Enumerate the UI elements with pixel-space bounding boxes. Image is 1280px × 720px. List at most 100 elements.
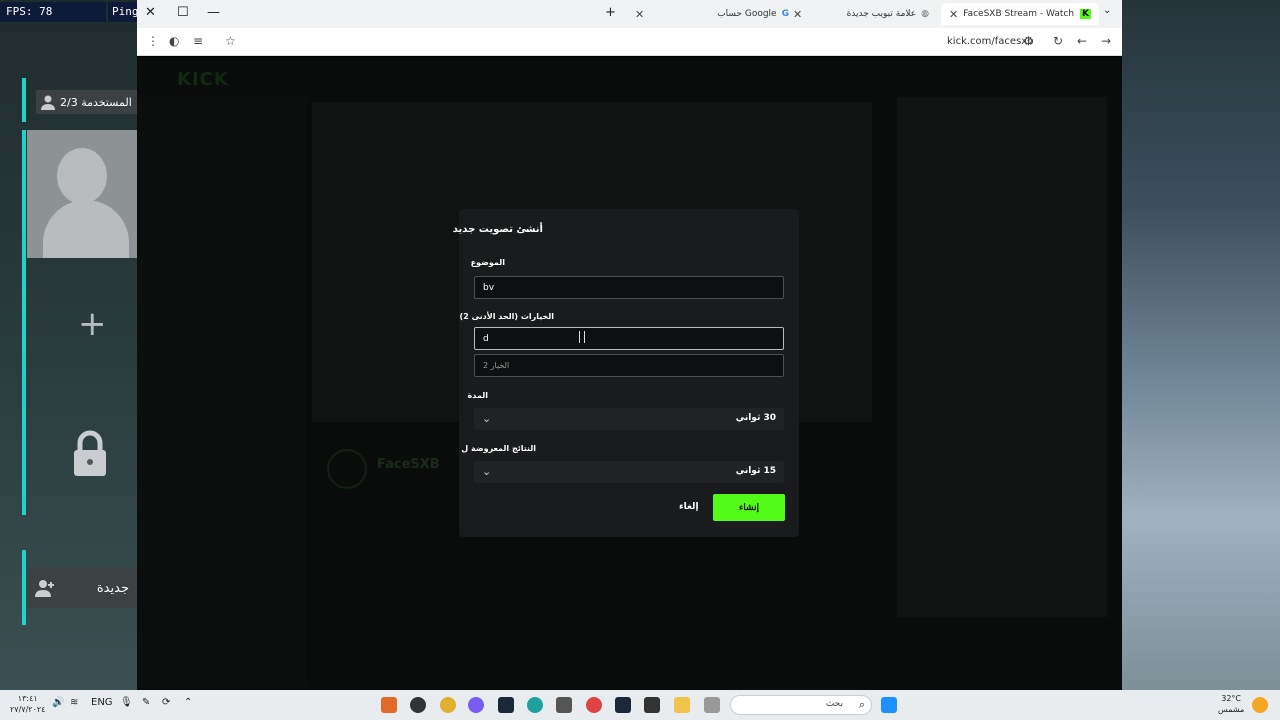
add-user-button[interactable]: جديدة (27, 568, 137, 608)
tab-new-tab[interactable]: ✕ علامة تبويب جديدة ◍ (785, 3, 937, 25)
results-duration-select[interactable]: ⌄ 15 ثواني (474, 461, 784, 483)
clock-time: ١٣:٤١ (17, 694, 38, 703)
chevron-down-icon: ⌄ (482, 412, 492, 425)
user-count-badge: 2/3 المستخدمة (36, 90, 137, 114)
chat-panel (897, 97, 1107, 617)
kick-favicon-icon: K (1080, 9, 1091, 19)
browser-window: ✕ ☐ — + ✕ حساب Google G ✕ علامة تبويب جد… (137, 0, 1122, 690)
weather-desc: مشمس (1218, 705, 1245, 714)
sync-icon[interactable]: ⟳ (162, 697, 170, 708)
create-poll-button[interactable]: إنشاء (713, 494, 785, 521)
microphone-icon[interactable]: 🎙 (120, 697, 133, 708)
dialog-title: أنشئ تصويت جديد (452, 224, 543, 235)
fps-counter: FPS: 78 (0, 2, 106, 22)
back-icon[interactable]: ← (1077, 34, 1087, 48)
url-field[interactable]: kick.com/facesxb (947, 36, 1034, 47)
close-tab-icon[interactable]: ✕ (793, 8, 802, 21)
clock[interactable]: ١٣:٤١ ٢٧/٧/٢٠٢٤ (10, 693, 45, 715)
add-user-label: جديدة (96, 580, 129, 596)
profile-icon[interactable]: ◐ (169, 34, 179, 48)
site-settings-icon[interactable]: ⚙ (1023, 34, 1034, 48)
sidebar (137, 97, 307, 687)
option-2-placeholder: الخيار 2 (483, 361, 510, 370)
tab-google-account[interactable]: ✕ حساب Google G (627, 3, 797, 25)
option-2-input[interactable] (474, 354, 784, 377)
sun-icon (1252, 697, 1268, 713)
edge-icon[interactable] (527, 697, 543, 713)
address-bar: ⋮ ◐ ≡ ☆ kick.com/facesxb ⚙ ↻ ← → (137, 28, 1122, 56)
clock-date: ٢٧/٧/٢٠٢٤ (10, 705, 46, 714)
option-1-input[interactable] (474, 327, 784, 350)
bookmark-star-icon[interactable]: ☆ (225, 34, 236, 48)
close-tab-icon[interactable]: ✕ (949, 8, 958, 21)
wifi-icon[interactable]: ≋ (70, 697, 78, 708)
task-view-icon[interactable] (704, 697, 720, 713)
cancel-button[interactable]: إلغاء (679, 502, 699, 512)
topic-input[interactable] (474, 276, 784, 299)
avatar-head-shape (57, 148, 107, 204)
chevron-down-icon: ⌄ (482, 465, 492, 478)
add-user-icon (35, 580, 54, 597)
reload-icon[interactable]: ↻ (1053, 34, 1063, 48)
ping-counter: Ping (108, 2, 138, 22)
overlay-accent-bar (22, 130, 26, 515)
language-indicator[interactable]: ENG (91, 697, 113, 708)
weather-temp: 32°C (1221, 694, 1241, 703)
text-cursor (579, 331, 585, 343)
new-tab-icon[interactable]: + (605, 5, 616, 20)
overlay-accent-bar (22, 550, 26, 625)
maximize-window-icon[interactable]: ☐ (177, 5, 189, 20)
create-poll-dialog: أنشئ تصويت جديد الموضوع الخيارات (الحد ا… (453, 209, 799, 537)
search-icon: ⌕ (858, 698, 865, 711)
weather-widget[interactable]: 32°C مشمس (1218, 693, 1244, 715)
media-controls-icon[interactable]: ≡ (193, 34, 203, 48)
volume-icon[interactable]: 🔊 (52, 697, 64, 708)
windows-start-icon[interactable] (881, 697, 897, 713)
options-label: الخيارات (الحد الأدنى 2) (459, 312, 554, 321)
tab-label: علامة تبويب جديدة (846, 9, 917, 19)
close-window-icon[interactable]: ✕ (145, 5, 156, 20)
avatar-body-shape (43, 200, 129, 258)
channel-name: FaceSXB (377, 457, 440, 472)
folder-icon[interactable] (674, 697, 690, 713)
chrome-icon[interactable] (440, 697, 456, 713)
kick-logo: KICK (177, 69, 229, 90)
tab-search-chevron-icon[interactable]: ⌄ (1103, 5, 1111, 16)
steam-icon[interactable] (498, 697, 514, 713)
minimize-window-icon[interactable]: — (207, 5, 220, 20)
discord-icon[interactable] (468, 697, 484, 713)
app-icon[interactable] (381, 697, 397, 713)
kick-page: KICK FaceSXB أنشئ تصويت جديد الموضوع الخ… (137, 57, 1122, 690)
pen-icon[interactable]: ✎ (142, 697, 150, 708)
tab-label: FaceSXB Stream - Watch Li (963, 9, 1076, 19)
chrome-profile-icon[interactable] (586, 697, 602, 713)
taskbar-search[interactable]: بحث ⌕ (730, 695, 872, 715)
tab-bar: ✕ ☐ — + ✕ حساب Google G ✕ علامة تبويب جد… (137, 0, 1122, 28)
store-icon[interactable] (556, 697, 572, 713)
channel-avatar (327, 449, 367, 489)
desktop-right-area (1122, 0, 1280, 690)
close-tab-icon[interactable]: ✕ (635, 8, 644, 21)
overlay-accent-bar (22, 78, 26, 122)
duration-value: 30 ثواني (735, 413, 776, 423)
user-count-text: 2/3 المستخدمة (60, 95, 132, 109)
topic-label: الموضوع (470, 258, 505, 267)
lock-icon (74, 430, 106, 476)
avatar[interactable] (27, 130, 137, 258)
steam-app-icon[interactable] (615, 697, 631, 713)
results-label: النتائج المعروضة ل (461, 444, 536, 453)
duration-label: المدة (467, 391, 488, 400)
forward-icon[interactable]: → (1101, 34, 1111, 48)
tab-label: حساب Google (717, 9, 777, 19)
chevron-up-icon[interactable]: ⌃ (184, 697, 192, 708)
obs-icon[interactable] (410, 697, 426, 713)
menu-dots-icon[interactable]: ⋮ (147, 34, 159, 48)
duration-select[interactable]: ⌄ 30 ثواني (474, 408, 784, 430)
plus-icon[interactable]: + (78, 307, 107, 341)
globe-icon: ◍ (921, 9, 929, 19)
user-icon (41, 95, 55, 110)
tab-facesxb-stream[interactable]: ✕ FaceSXB Stream - Watch Li K (941, 3, 1099, 25)
terminal-icon[interactable] (644, 697, 660, 713)
results-duration-value: 15 ثواني (735, 466, 776, 476)
search-placeholder: بحث (825, 699, 843, 709)
